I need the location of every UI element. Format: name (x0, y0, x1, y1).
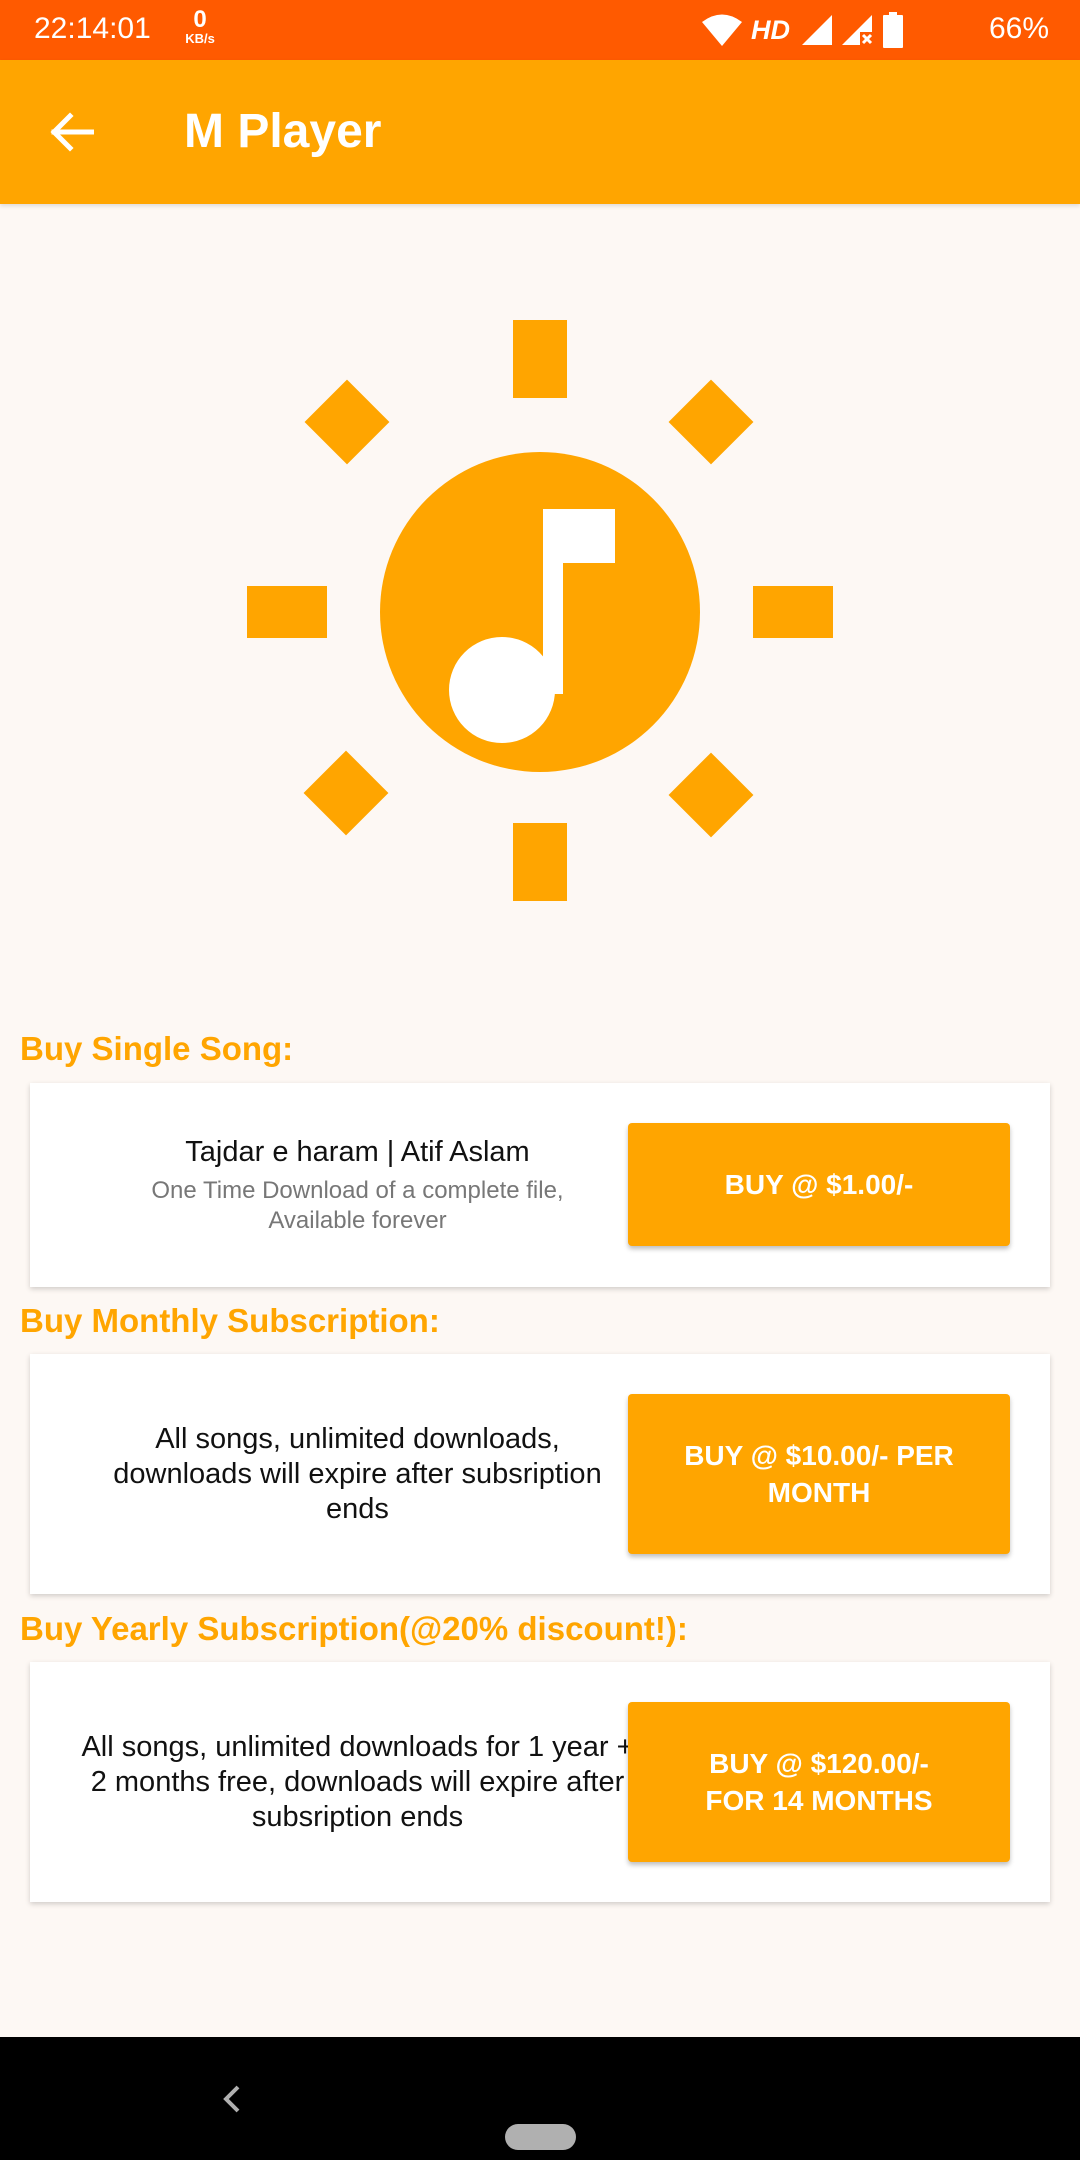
yearly-subscription-heading: Buy Yearly Subscription(@20% discount!): (20, 1610, 688, 1647)
single-song-card: Tajdar e haram | Atif Aslam One Time Dow… (30, 1083, 1050, 1287)
arrow-back-icon (50, 112, 94, 152)
status-bar: 22:14:01 0 KB/s HD 66% (0, 0, 1080, 60)
monthly-subscription-card: All songs, unlimited downloads, download… (30, 1354, 1050, 1594)
single-song-heading: Buy Single Song: (20, 1030, 294, 1067)
monthly-subscription-details: All songs, unlimited downloads, download… (50, 1354, 665, 1594)
single-song-details: Tajdar e haram | Atif Aslam One Time Dow… (50, 1083, 665, 1287)
back-button[interactable] (36, 100, 108, 164)
song-title: Tajdar e haram | Atif Aslam (185, 1135, 530, 1168)
nav-back-icon[interactable] (210, 2077, 254, 2121)
sun-music-note-logo-icon (247, 320, 833, 901)
signal-no-data-icon (842, 15, 873, 45)
nav-home-pill-icon[interactable] (505, 2124, 576, 2150)
status-icons: HD (701, 12, 904, 48)
network-speed: 0 KB/s (178, 6, 222, 46)
buy-single-song-button[interactable]: BUY @ $1.00/- (628, 1123, 1010, 1246)
app-title: M Player (184, 105, 382, 158)
app-bar: M Player (0, 60, 1080, 204)
wifi-icon (702, 14, 742, 46)
battery-percent: 66% (989, 12, 1050, 45)
buy-monthly-subscription-button[interactable]: BUY @ $10.00/- PER MONTH (628, 1394, 1010, 1554)
battery-icon (883, 12, 903, 48)
monthly-subscription-description: All songs, unlimited downloads, download… (113, 1422, 602, 1525)
song-purchase-description: One Time Download of a complete file, Av… (151, 1176, 564, 1234)
yearly-subscription-card: All songs, unlimited downloads for 1 yea… (30, 1662, 1050, 1902)
network-speed-unit: KB/s (185, 31, 215, 46)
status-time: 22:14:01 (34, 12, 151, 45)
monthly-subscription-heading: Buy Monthly Subscription: (20, 1302, 440, 1339)
yearly-subscription-details: All songs, unlimited downloads for 1 yea… (50, 1662, 665, 1902)
network-type-label: HD (751, 14, 790, 45)
network-speed-value: 0 (193, 6, 207, 33)
signal-icon (802, 15, 832, 45)
buy-yearly-subscription-button[interactable]: BUY @ $120.00/- FOR 14 MONTHS (628, 1702, 1010, 1862)
yearly-subscription-description: All songs, unlimited downloads for 1 yea… (81, 1730, 634, 1833)
system-navigation-bar (0, 2037, 1080, 2160)
